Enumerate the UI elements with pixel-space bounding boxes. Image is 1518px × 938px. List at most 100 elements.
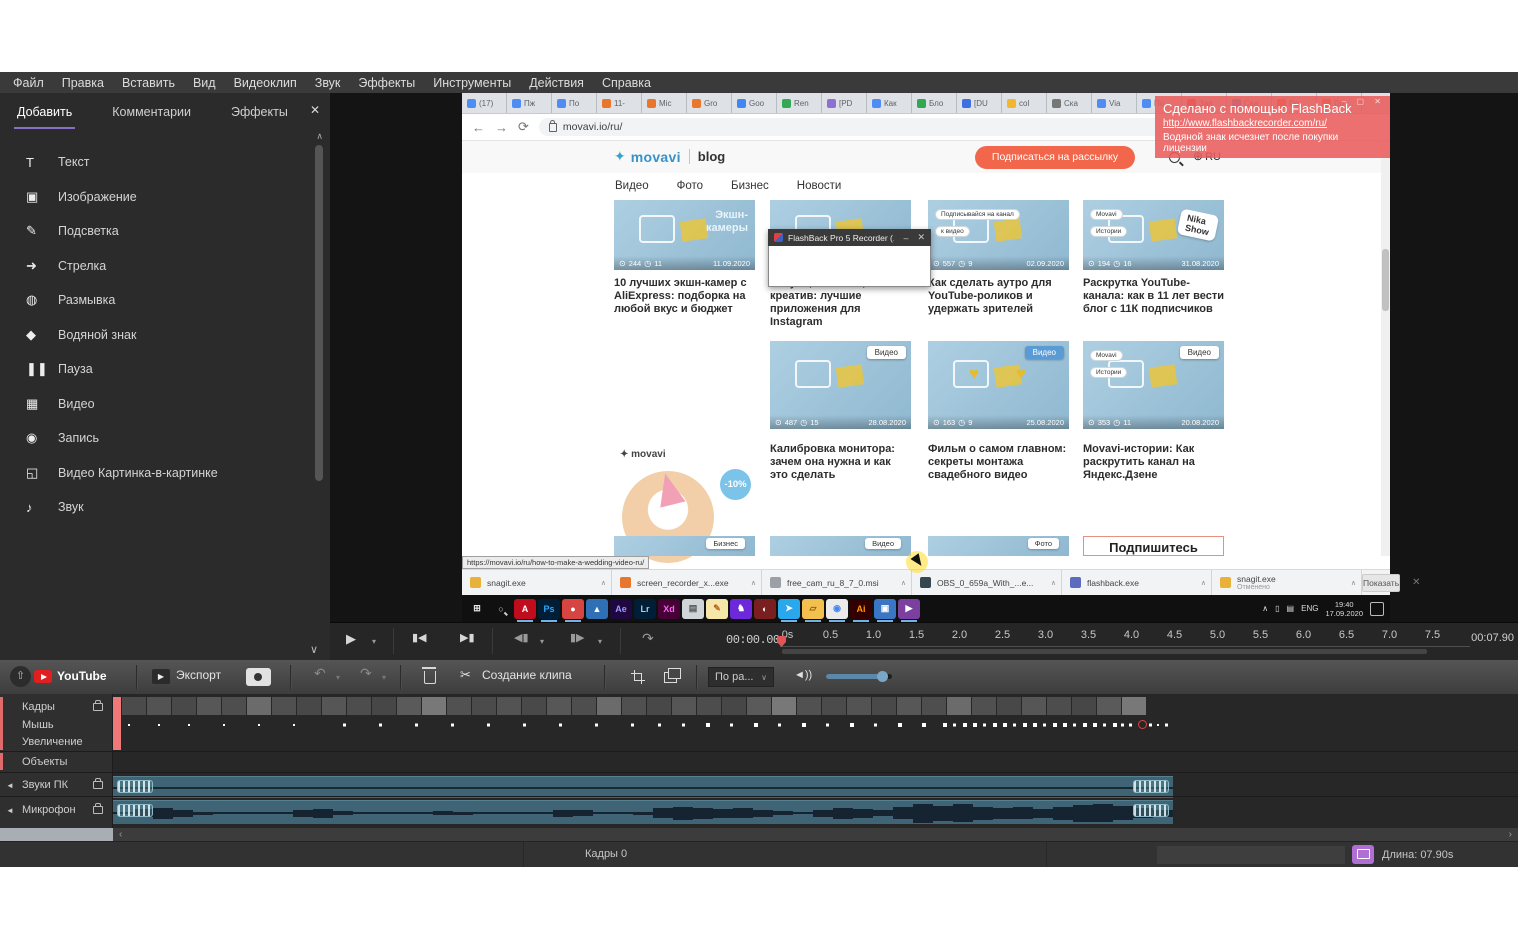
delete-icon[interactable]	[424, 671, 436, 684]
scroll-right-icon[interactable]: ›	[1509, 828, 1512, 841]
step-forward-button[interactable]: ▮▶	[570, 632, 585, 645]
volume-knob[interactable]	[877, 671, 888, 682]
browser-tab: [PD	[822, 93, 867, 113]
layers-icon[interactable]	[664, 672, 677, 683]
pc-sounds-clip[interactable]	[113, 776, 1173, 798]
chevron-up-icon: ∧	[901, 579, 906, 587]
play-button[interactable]: ▶	[346, 632, 356, 645]
clip-handle[interactable]	[117, 804, 153, 817]
sidebar-item[interactable]: ▦ Видео	[0, 387, 330, 422]
taskbar-app-icon: ➤	[778, 599, 800, 619]
views-icon: ⊙	[1088, 418, 1095, 427]
play-options-caret[interactable]: ▾	[372, 637, 376, 646]
clip-handle[interactable]	[1133, 804, 1169, 817]
sidebar-item[interactable]: ◱ Видео Картинка-в-картинке	[0, 456, 330, 491]
lock-icon[interactable]	[93, 806, 103, 814]
window-controls: – ▢ ✕	[1342, 97, 1385, 106]
sidebar-item[interactable]: ◍ Размывка	[0, 283, 330, 318]
taskbar-app-icon: ▤	[682, 599, 704, 619]
undo-caret[interactable]: ▾	[336, 673, 340, 682]
scissors-icon[interactable]: ✂	[460, 667, 471, 683]
microphone-clip[interactable]	[113, 800, 1173, 824]
loop-button[interactable]: ↷	[642, 632, 654, 645]
sidebar-item-icon: ✎	[26, 223, 58, 239]
minimize-icon: –	[903, 233, 908, 243]
browser-tab: [DU	[957, 93, 1002, 113]
menu-item[interactable]: Вставить	[113, 76, 184, 90]
frames-strip[interactable]	[122, 697, 1146, 715]
sidebar-item[interactable]: ✎ Подсветка	[0, 214, 330, 249]
sidebar-item[interactable]: ❚❚ Пауза	[0, 352, 330, 387]
menu-item[interactable]: Справка	[593, 76, 660, 90]
menu-item[interactable]: Действия	[520, 76, 593, 90]
battery-icon: ▯	[1275, 604, 1279, 613]
export-button[interactable]: Экспорт	[176, 668, 221, 682]
clip-handle[interactable]	[1133, 780, 1169, 793]
lock-icon[interactable]	[93, 703, 103, 711]
track-group-marker	[0, 697, 3, 750]
speaker-icon[interactable]: ◄	[6, 806, 14, 815]
undo-button[interactable]: ↶	[314, 665, 326, 682]
sidebar-tab[interactable]: Комментарии	[109, 99, 194, 129]
timeline-tracks[interactable]	[113, 694, 1518, 828]
ruler-scrollbar[interactable]	[782, 649, 1427, 654]
export-icon[interactable]: ▶	[152, 669, 170, 684]
screenshot-button[interactable]	[246, 668, 271, 686]
divider	[604, 665, 606, 689]
menu-item[interactable]: Звук	[306, 76, 350, 90]
menu-item[interactable]: Инструменты	[424, 76, 520, 90]
upload-icon[interactable]: ⇧	[10, 666, 31, 687]
sidebar-item[interactable]: ♪ Звук	[0, 490, 330, 525]
sidebar-item[interactable]: ◉ Запись	[0, 421, 330, 456]
favicon	[827, 99, 836, 108]
close-icon[interactable]: ✕	[310, 103, 320, 117]
menu-item[interactable]: Правка	[53, 76, 113, 90]
youtube-button[interactable]: YouTube	[57, 669, 107, 683]
redo-caret[interactable]: ▾	[382, 673, 386, 682]
skip-to-end-button[interactable]: ▶▮	[460, 632, 475, 645]
sidebar-item[interactable]: ▣ Изображение	[0, 180, 330, 215]
mouse-track[interactable]	[113, 716, 1518, 733]
create-clip-button[interactable]: Создание клипа	[482, 668, 572, 682]
step-back-button[interactable]: ◀▮	[514, 632, 529, 645]
speaker-icon[interactable]: ◄	[6, 781, 14, 790]
sidebar-scrollbar[interactable]	[315, 145, 323, 481]
file-icon	[470, 577, 481, 588]
video-preview-area[interactable]: (17) Пж По 11- M	[330, 93, 1518, 622]
sidebar-tab[interactable]: Эффекты	[228, 99, 291, 129]
skip-to-start-button[interactable]: ▮◀	[412, 632, 427, 645]
file-icon	[620, 577, 631, 588]
scroll-up-icon[interactable]: ∧	[316, 131, 323, 142]
youtube-icon[interactable]	[34, 670, 52, 683]
redo-button[interactable]: ↷	[360, 665, 372, 682]
time-ruler[interactable]: 0s0.51.01.52.02.53.03.54.04.55.05.56.06.…	[766, 629, 1454, 641]
sidebar-item-label: Стрелка	[58, 259, 106, 273]
menu-item[interactable]: Вид	[184, 76, 225, 90]
category-badge: Фото	[1028, 538, 1059, 549]
sidebar-tab[interactable]: Добавить	[14, 99, 75, 129]
total-duration: 00:07.90	[1471, 632, 1514, 644]
menu-item[interactable]: Эффекты	[349, 76, 424, 90]
step-back-caret[interactable]: ▾	[540, 637, 544, 646]
favicon	[467, 99, 476, 108]
volume-slider[interactable]	[826, 674, 892, 679]
taskbar-app-icon: ▱	[802, 599, 824, 619]
browser-tab-label: По	[569, 99, 579, 108]
scroll-left-icon[interactable]: ‹	[119, 828, 122, 841]
taskbar-app-icon: ▣	[874, 599, 896, 619]
volume-icon[interactable]: ◄))	[794, 669, 812, 681]
sidebar-item[interactable]: ◆ Водяной знак	[0, 318, 330, 353]
clip-handle[interactable]	[117, 780, 153, 793]
menu-item[interactable]: Видеоклип	[225, 76, 306, 90]
menu-item[interactable]: Файл	[4, 76, 53, 90]
zoom-fit-dropdown[interactable]: По ра... ∨	[708, 667, 774, 687]
scroll-down-icon[interactable]: ∨	[310, 643, 318, 656]
crop-icon[interactable]	[634, 670, 645, 681]
sidebar-item-icon: ▣	[26, 189, 58, 205]
sidebar-item[interactable]: T Текст	[0, 145, 330, 180]
timeline-scrollbar[interactable]: ‹ ›	[0, 828, 1518, 841]
step-forward-caret[interactable]: ▾	[598, 637, 602, 646]
lock-icon[interactable]	[93, 781, 103, 789]
category-badge: Видео	[1025, 346, 1064, 359]
sidebar-item[interactable]: ➜ Стрелка	[0, 249, 330, 284]
